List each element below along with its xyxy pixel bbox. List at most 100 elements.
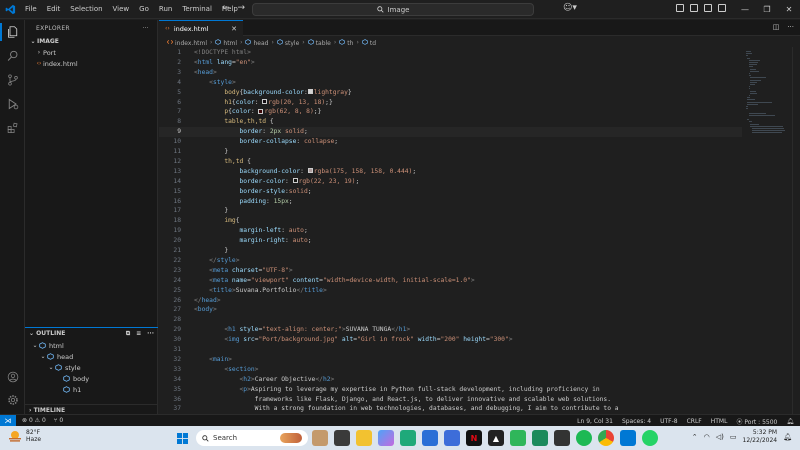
code-line[interactable]: 12 th,td { (159, 157, 742, 167)
code-line[interactable]: 37 With a strong foundation in web techn… (159, 404, 742, 414)
settings-gear-icon[interactable] (0, 388, 25, 412)
code-line[interactable]: 5 body{background-color: lightgray} (159, 88, 742, 98)
code-line[interactable]: 17 } (159, 206, 742, 216)
forward-arrow-icon[interactable]: → (238, 3, 246, 13)
whatsapp-icon[interactable] (532, 430, 548, 446)
outline-item-style[interactable]: ⌄ style (25, 362, 158, 373)
ports-status[interactable]: ⑂ 0 (54, 417, 63, 424)
code-editor[interactable]: 1 <!DOCTYPE html> 2 <html lang="en"> 3 <head>… (159, 47, 742, 414)
affinity-icon[interactable]: ▲ (488, 430, 504, 446)
chevron-up-icon[interactable]: ⌃ (692, 433, 698, 441)
close-icon[interactable]: ✕ (231, 25, 237, 33)
explorer-more-icon[interactable]: ··· (142, 25, 149, 32)
task-view-icon[interactable] (334, 430, 350, 446)
code-line[interactable]: 14 border-color: rgb(22, 23, 19); (159, 177, 742, 187)
eol-status[interactable]: CRLF (687, 418, 702, 425)
outline-item-html[interactable]: ⌄ html (25, 340, 158, 351)
code-line[interactable]: 20 margin-right: auto; (159, 236, 742, 246)
collapse-all-icon[interactable]: ⧉ (126, 330, 130, 338)
breadcrumb-segment-style[interactable]: style (277, 38, 299, 47)
code-line[interactable]: 35 <p>Aspiring to leverage my expertise … (159, 385, 742, 395)
toggle-primary-sidebar-icon[interactable] (676, 4, 684, 12)
code-line[interactable]: 6 h1{color: rgb(20, 13, 18);} (159, 98, 742, 108)
store-icon[interactable] (422, 430, 438, 446)
code-line[interactable]: 24 <meta name="viewport" content="width=… (159, 276, 742, 286)
wifi-icon[interactable]: ◠ (704, 433, 710, 441)
toggle-secondary-sidebar-icon[interactable] (704, 4, 712, 12)
back-arrow-icon[interactable]: ← (222, 3, 230, 13)
taskbar-search[interactable]: Search (196, 430, 308, 446)
breadcrumb-segment-td[interactable]: td (362, 38, 376, 47)
explorer-item-port[interactable]: › Port (25, 47, 157, 58)
remote-indicator-icon[interactable]: ⋊ (0, 414, 16, 427)
customize-layout-icon[interactable] (718, 4, 726, 12)
code-line[interactable]: 31 (159, 345, 742, 355)
weather-widget[interactable]: 82°F Haze (8, 429, 41, 443)
code-line[interactable]: 11 } (159, 147, 742, 157)
menu-terminal[interactable]: Terminal (177, 0, 217, 19)
code-line[interactable]: 10 border-collapse: collapse; (159, 137, 742, 147)
breadcrumb-segment-index.html[interactable]: index.html (166, 39, 207, 47)
menu-selection[interactable]: Selection (65, 0, 107, 19)
code-line[interactable]: 9 border: 2px solid; (159, 127, 742, 138)
battery-icon[interactable]: ▭ (730, 433, 737, 441)
extensions-icon[interactable] (0, 116, 25, 140)
chrome-icon[interactable] (598, 430, 614, 446)
tab-index-html[interactable]: ‹› index.html ✕ (159, 20, 243, 36)
code-line[interactable]: 23 <meta charset="UTF-8"> (159, 266, 742, 276)
menu-file[interactable]: File (20, 0, 42, 19)
code-line[interactable]: 18 img{ (159, 216, 742, 226)
code-line[interactable]: 27 <body> (159, 305, 742, 315)
vscode-taskbar-icon[interactable] (620, 430, 636, 446)
code-line[interactable]: 19 margin-left: auto; (159, 226, 742, 236)
file-explorer-icon[interactable] (356, 430, 372, 446)
outline-item-head[interactable]: ⌄ head (25, 351, 158, 362)
breadcrumb-segment-head[interactable]: head (245, 38, 268, 47)
whatsapp-app-icon[interactable] (642, 430, 658, 446)
code-line[interactable]: 13 background-color: rgba(175, 158, 158,… (159, 167, 742, 177)
split-editor-icon[interactable]: ◫ (773, 23, 780, 31)
menu-view[interactable]: View (108, 0, 135, 19)
code-line[interactable]: 15 border-style:solid; (159, 187, 742, 197)
source-control-icon[interactable] (0, 68, 25, 92)
code-line[interactable]: 25 <title>Suvana.Portfolio</title> (159, 286, 742, 296)
code-line[interactable]: 22 </style> (159, 256, 742, 266)
explorer-item-index-html[interactable]: ‹› index.html (25, 58, 157, 69)
code-line[interactable]: 4 <style> (159, 78, 742, 88)
code-line[interactable]: 26 </head> (159, 296, 742, 306)
breadcrumb-segment-html[interactable]: html (215, 38, 237, 47)
account-icon[interactable] (0, 365, 25, 389)
code-line[interactable]: 32 <main> (159, 355, 742, 365)
command-center-search[interactable]: Image (252, 3, 534, 16)
minimize-icon[interactable]: — (734, 0, 756, 19)
encoding-status[interactable]: UTF-8 (660, 418, 678, 425)
color-swatch[interactable] (307, 168, 313, 174)
outline-more-icon[interactable]: ··· (147, 330, 154, 338)
explorer-icon[interactable] (0, 20, 25, 44)
color-swatch[interactable] (307, 89, 313, 95)
menu-run[interactable]: Run (154, 0, 177, 19)
notifications-icon[interactable]: 🔔︎ (783, 433, 792, 441)
volume-icon[interactable]: ◁) (716, 433, 724, 441)
language-mode[interactable]: HTML (711, 418, 728, 425)
code-line[interactable]: 2 <html lang="en"> (159, 58, 742, 68)
app-icon[interactable] (444, 430, 460, 446)
outline-filter-icon[interactable]: ≡ (136, 330, 141, 338)
copilot-icon[interactable]: ☺▾ (563, 3, 577, 13)
breadcrumb-segment-table[interactable]: table (307, 38, 331, 47)
netflix-icon[interactable]: N (466, 430, 482, 446)
code-line[interactable]: 1 <!DOCTYPE html> (159, 48, 742, 58)
color-swatch[interactable] (292, 178, 298, 184)
menu-go[interactable]: Go (134, 0, 154, 19)
folder-root[interactable]: ⌄ IMAGE (25, 36, 157, 47)
chrome-alt-icon[interactable] (510, 430, 526, 446)
code-line[interactable]: 30 <img src="Port/background.jpg" alt="G… (159, 335, 742, 345)
restore-icon[interactable]: ❐ (756, 0, 778, 19)
clock[interactable]: 5:32 PM 12/22/2024 (743, 429, 778, 445)
notifications-bell-icon[interactable]: 🔔︎ (786, 418, 794, 425)
indentation-status[interactable]: Spaces: 4 (622, 418, 651, 425)
outline-header[interactable]: ⌄ OUTLINE ⧉ ≡ ··· (25, 327, 158, 339)
close-icon[interactable]: ✕ (778, 0, 800, 19)
search-icon[interactable] (0, 44, 25, 68)
outline-item-body[interactable]: body (25, 373, 158, 384)
